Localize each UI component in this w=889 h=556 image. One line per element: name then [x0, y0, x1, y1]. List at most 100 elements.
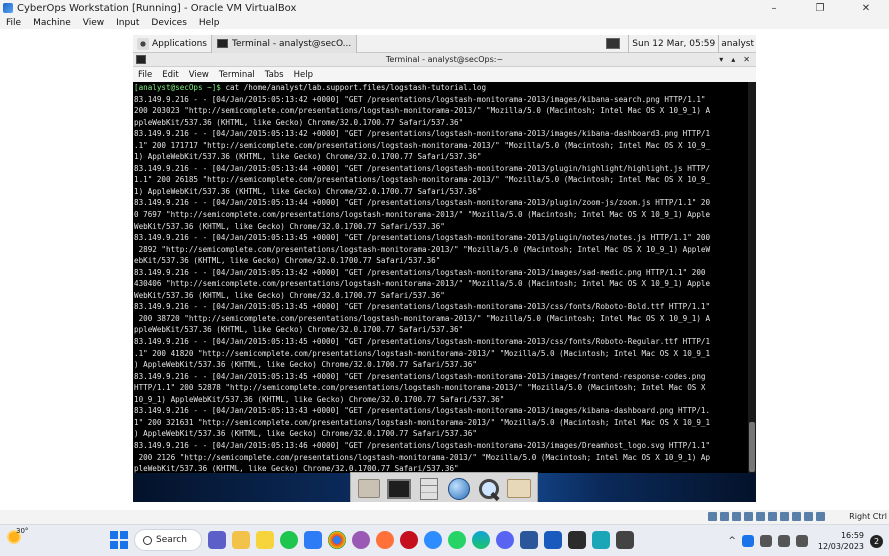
chrome-icon[interactable] — [328, 531, 346, 549]
terminal-window[interactable]: Terminal - analyst@secOps:~ ▾ ▴ ✕ File E… — [133, 53, 756, 473]
speaker-icon[interactable] — [777, 535, 790, 547]
tray-terminal-icon[interactable] — [606, 38, 621, 49]
terminal-line: 1) AppleWebKit/537.36 (KHTML, like Gecko… — [134, 152, 482, 162]
cpu-status-icon[interactable] — [804, 512, 813, 521]
sticky-notes-icon[interactable] — [256, 531, 274, 549]
optical-status-icon[interactable] — [720, 512, 729, 521]
terminal-line: 83.149.9.216 - - [04/Jan/2015:05:13:42 +… — [134, 129, 711, 139]
store-icon[interactable] — [304, 531, 322, 549]
dock-file-cabinet[interactable] — [416, 476, 442, 502]
terminal-titlebar[interactable]: Terminal - analyst@secOps:~ ▾ ▴ ✕ — [133, 53, 756, 67]
terminal-menu-file[interactable]: File — [133, 70, 157, 80]
guest-dock — [350, 472, 538, 502]
menu-view[interactable]: View — [77, 18, 110, 28]
menu-machine[interactable]: Machine — [27, 18, 77, 28]
virtualbox-logo-icon — [3, 3, 13, 13]
terminal-line: 83.149.9.216 - - [04/Jan/2015:05:13:43 +… — [134, 406, 711, 416]
dock-home-folder[interactable] — [506, 476, 532, 502]
search-label: Search — [156, 535, 187, 545]
weather-widget[interactable]: 30° — [6, 527, 28, 545]
whatsapp-icon[interactable] — [448, 531, 466, 549]
close-button[interactable]: ✕ — [843, 0, 889, 16]
panel-user[interactable]: analyst — [718, 35, 756, 53]
terminal-line: 83.149.9.216 - - [04/Jan/2015:05:13:45 +… — [134, 233, 711, 243]
terminal-line: 83.149.9.216 - - [04/Jan/2015:05:13:45 +… — [134, 371, 706, 381]
weather-temperature: 30° — [16, 527, 29, 535]
snipping-tool-icon[interactable] — [616, 531, 634, 549]
teams-icon[interactable] — [208, 531, 226, 549]
taskbar-clock[interactable]: 16:59 12/03/2023 — [818, 530, 864, 552]
terminal-scroll-thumb[interactable] — [749, 422, 755, 472]
line-icon[interactable] — [280, 531, 298, 549]
terminal-line: ppleWebKit/537.36 (KHTML, like Gecko) Ch… — [134, 325, 464, 335]
terminal-menu-help[interactable]: Help — [289, 70, 318, 80]
zoom-icon[interactable] — [424, 531, 442, 549]
terminal-menu-view[interactable]: View — [184, 70, 214, 80]
recording-status-icon[interactable] — [792, 512, 801, 521]
terminal-line: 1.1" 200 26185 "http://semicomplete.com/… — [134, 175, 711, 185]
network-status-icon[interactable] — [744, 512, 753, 521]
terminal-line: 83.149.9.216 - - [04/Jan/2015:05:13:44 +… — [134, 163, 711, 173]
dock-folder[interactable] — [356, 476, 382, 502]
shared-folder-status-icon[interactable] — [768, 512, 777, 521]
terminal-close-button[interactable]: ✕ — [743, 55, 750, 64]
audio-status-icon[interactable] — [732, 512, 741, 521]
discord-icon[interactable] — [496, 531, 514, 549]
terminal-menu-tabs[interactable]: Tabs — [260, 70, 289, 80]
terminal-output[interactable]: [analyst@secOps ~]$ cat /home/analyst/la… — [133, 82, 756, 473]
battery-icon[interactable] — [795, 535, 808, 547]
menu-input[interactable]: Input — [110, 18, 145, 28]
taskbar-search[interactable]: Search — [134, 529, 202, 551]
window-title: CyberOps Workstation [Running] - Oracle … — [17, 2, 297, 14]
terminal-maximize-button[interactable]: ▴ — [731, 55, 735, 64]
terminal-line: 1" 200 321631 "http://semicomplete.com/p… — [134, 417, 711, 427]
terminal-line: HTTP/1.1" 200 52878 "http://semicomplete… — [134, 383, 706, 393]
terminal-line: 2892 "http://semicomplete.com/presentati… — [138, 244, 711, 254]
notification-badge[interactable]: 2 — [870, 534, 883, 548]
terminal-minimize-button[interactable]: ▾ — [719, 55, 723, 64]
terminal-line: WebKit/537.36 (KHTML, like Gecko) Chrome… — [134, 290, 445, 300]
system-tray: ^ 16:59 12/03/2023 2 — [728, 525, 889, 556]
mouse-integration-icon[interactable] — [816, 512, 825, 521]
wifi-icon[interactable] — [759, 535, 772, 547]
edge-icon[interactable] — [472, 531, 490, 549]
chevron-up-icon[interactable]: ^ — [728, 536, 736, 546]
applications-menu-button[interactable]: Applications — [133, 35, 212, 53]
display-status-icon[interactable] — [780, 512, 789, 521]
file-explorer-icon[interactable] — [232, 531, 250, 549]
guest-desktop[interactable]: Applications Terminal - analyst@secO... … — [133, 35, 756, 502]
tor-browser-icon[interactable] — [352, 531, 370, 549]
opera-icon[interactable] — [400, 531, 418, 549]
firefox-icon[interactable] — [376, 531, 394, 549]
terminal-icon — [387, 478, 411, 499]
dock-terminal[interactable] — [386, 476, 412, 502]
minimize-button[interactable]: – — [751, 0, 797, 16]
taskbar-date: 12/03/2023 — [817, 542, 864, 551]
terminal-menu-edit[interactable]: Edit — [157, 70, 183, 80]
menu-help[interactable]: Help — [193, 18, 226, 28]
word-icon[interactable] — [544, 531, 562, 549]
dock-browser[interactable] — [446, 476, 472, 502]
dock-search[interactable] — [476, 476, 502, 502]
applications-label: Applications — [152, 38, 207, 49]
folder-icon — [358, 479, 380, 498]
onedrive-icon[interactable] — [741, 535, 754, 547]
shell-command: cat /home/analyst/lab.support.files/logs… — [220, 83, 487, 92]
terminal-line: 10_9_1) AppleWebKit/537.36 (KHTML, like … — [134, 394, 505, 404]
terminal-scrollbar[interactable] — [748, 82, 756, 473]
menu-file[interactable]: File — [0, 18, 27, 28]
taskbar-terminal-button[interactable]: Terminal - analyst@secO... — [211, 35, 358, 53]
virtualbox-taskbar-icon[interactable] — [520, 531, 538, 549]
search-icon — [143, 535, 152, 545]
terminal-line: 0 7697 "http://semicomplete.com/presenta… — [134, 210, 711, 220]
menu-devices[interactable]: Devices — [145, 18, 192, 28]
terminal-line: 430406 "http://semicomplete.com/presenta… — [134, 279, 711, 289]
app-icon[interactable] — [592, 531, 610, 549]
restore-button[interactable]: ❐ — [797, 0, 843, 16]
storage-status-icon[interactable] — [708, 512, 717, 521]
usb-status-icon[interactable] — [756, 512, 765, 521]
start-button[interactable] — [110, 531, 128, 549]
terminal-menu-terminal[interactable]: Terminal — [214, 70, 260, 80]
panel-clock[interactable]: Sun 12 Mar, 05:59 — [628, 35, 718, 53]
terminal-taskbar-icon[interactable] — [568, 531, 586, 549]
